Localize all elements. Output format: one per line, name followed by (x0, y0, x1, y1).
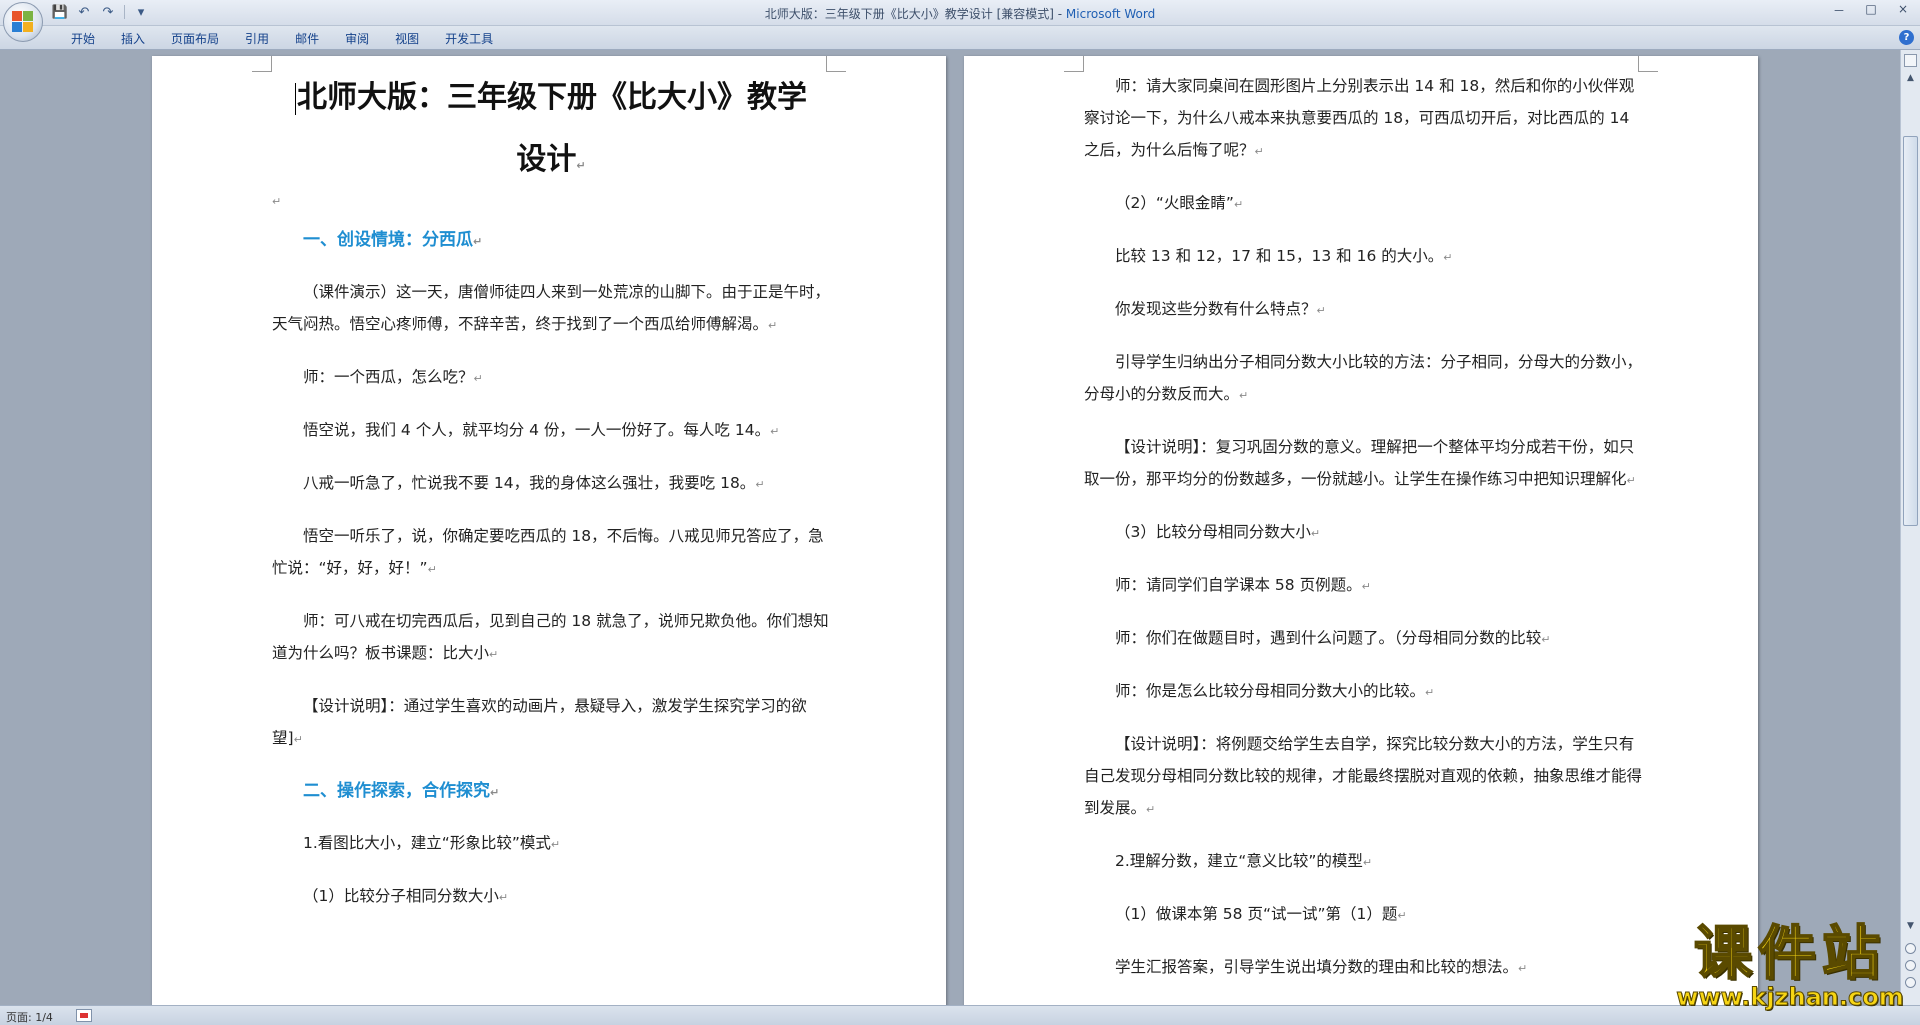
section-heading: 一、创设情境：分西瓜↵ (303, 230, 483, 250)
paragraph-mark: ↵ (1541, 633, 1551, 646)
tab-page-layout[interactable]: 页面布局 (158, 30, 232, 48)
tab-developer[interactable]: 开发工具 (432, 30, 506, 48)
paragraph-mark: ↵ (1239, 389, 1249, 402)
body-paragraph: 比较 13 和 12，17 和 15，13 和 16 的大小。↵ (1115, 247, 1453, 265)
title-bar: 💾 ↶ ↷ ▾ 北师大版：三年级下册《比大小》教学设计 [兼容模式] - Mic… (0, 0, 1920, 42)
document-page-1[interactable]: 北师大版：三年级下册《比大小》教学 设计↵ ↵ 一、创设情境：分西瓜↵ （课件演示… (152, 56, 946, 1005)
body-paragraph: 2.理解分数，建立“意义比较”的模型↵ (1115, 852, 1373, 870)
body-paragraph: 师：可八戒在切完西瓜后，见到自己的 18 就急了，说师兄欺负他。你们想知道为什么… (272, 612, 829, 662)
paragraph-mark: ↵ (755, 478, 765, 491)
body-paragraph: 师：你们在做题目时，遇到什么问题了。（分母相同分数的比较↵ (1115, 629, 1551, 647)
maximize-button[interactable]: □ (1860, 2, 1882, 19)
vertical-scrollbar[interactable]: ▲ ▼ (1900, 50, 1920, 1005)
page-1-text-area[interactable]: 北师大版：三年级下册《比大小》教学 设计↵ ↵ 一、创设情境：分西瓜↵ （课件演示… (272, 64, 830, 933)
page-1-paragraphs: 一、创设情境：分西瓜↵ （课件演示）这一天，唐僧师徒四人来到一处荒凉的山脚下。由于… (272, 224, 830, 914)
window-controls: － □ × (1828, 2, 1914, 19)
paragraph-mark: ↵ (768, 319, 778, 332)
paragraph-mark: ↵ (1233, 198, 1244, 211)
body-paragraph: 学生汇报答案，引导学生说出填分数的理由和比较的想法。↵ (1115, 958, 1528, 976)
body-paragraph: 【设计说明】：复习巩固分数的意义。理解把一个整体平均分成若干份，如只取一份，那平… (1084, 438, 1636, 488)
tab-references[interactable]: 引用 (232, 30, 282, 48)
watermark-url: www.kjzhan.com (1676, 983, 1904, 1011)
document-page-2[interactable]: 师：请大家同桌间在圆形图片上分别表示出 14 和 18，然后和你的小伙伴观察讨论… (964, 56, 1758, 1005)
paragraph-mark: ↵ (1425, 686, 1435, 699)
body-paragraph: （课件演示）这一天，唐僧师徒四人来到一处荒凉的山脚下。由于正是午时，天气闷热。悟… (272, 283, 831, 333)
text-cursor (295, 82, 296, 115)
body-paragraph: （1）比较分子相同分数大小↵ (303, 887, 509, 905)
section-heading: 二、操作探索，合作探究↵ (303, 781, 500, 801)
page-2-text-area[interactable]: 师：请大家同桌间在圆形图片上分别表示出 14 和 18，然后和你的小伙伴观察讨论… (1084, 70, 1642, 1004)
paragraph-mark: ↵ (1361, 580, 1371, 593)
tab-review[interactable]: 审阅 (332, 30, 382, 48)
document-heading-line-1: 北师大版：三年级下册《比大小》教学 (295, 80, 807, 115)
scroll-up-arrow-icon[interactable]: ▲ (1904, 72, 1917, 85)
body-paragraph: 1.看图比大小，建立“形象比较”模式↵ (303, 834, 561, 852)
body-paragraph: 引导学生归纳出分子相同分数大小比较的方法：分子相同，分母大的分数小，分母小的分数… (1084, 353, 1643, 403)
window-title: 北师大版：三年级下册《比大小》教学设计 [兼容模式] - Microsoft W… (0, 5, 1920, 22)
page-count-status[interactable]: 页面: 1/4 (6, 1009, 53, 1025)
paragraph-mark: ↵ (1254, 145, 1264, 158)
tab-home[interactable]: 开始 (58, 30, 108, 48)
minimize-button[interactable]: － (1828, 2, 1850, 19)
site-watermark: 课件站 www.kjzhan.com (1670, 919, 1910, 1011)
paragraph-mark: ↵ (1397, 909, 1407, 922)
body-paragraph: 师：请同学们自学课本 58 页例题。↵ (1115, 576, 1371, 594)
paragraph-mark: ↵ (293, 733, 303, 746)
proofing-status-icon[interactable] (76, 1009, 92, 1022)
status-bar: 页面: 1/4 (0, 1005, 1920, 1025)
help-icon[interactable]: ? (1899, 30, 1914, 45)
paragraph-mark: ↵ (490, 786, 500, 799)
paragraph-mark: ↵ (1316, 304, 1326, 317)
paragraph-mark: ↵ (1146, 803, 1156, 816)
paragraph-mark: ↵ (473, 372, 483, 385)
tab-insert[interactable]: 插入 (108, 30, 158, 48)
close-button[interactable]: × (1892, 2, 1914, 19)
ribbon-tabs: 开始 插入 页面布局 引用 邮件 审阅 视图 开发工具 (58, 30, 506, 48)
ribbon-tab-bar: 开始 插入 页面布局 引用 邮件 审阅 视图 开发工具 ? (0, 26, 1920, 50)
body-paragraph: （1）做课本第 58 页“试一试”第（1）题↵ (1115, 905, 1407, 923)
app-name: Microsoft Word (1065, 7, 1156, 21)
body-paragraph: 悟空说，我们 4 个人，就平均分 4 份，一人一份好了。每人吃 14。↵ (303, 421, 780, 439)
body-paragraph: 你发现这些分数有什么特点？↵ (1115, 300, 1326, 318)
paragraph-mark: ↵ (498, 891, 509, 904)
watermark-logo-text: 课件站 (1693, 919, 1886, 987)
paragraph-mark: ↵ (473, 235, 483, 248)
body-paragraph: （2）“火眼金睛”↵ (1115, 194, 1244, 212)
document-title: 北师大版：三年级下册《比大小》教学设计 [兼容模式] - (764, 7, 1066, 21)
view-ruler-button[interactable] (1904, 54, 1917, 67)
body-paragraph: 师：一个西瓜，怎么吃？↵ (303, 368, 483, 386)
scrollbar-thumb[interactable] (1903, 136, 1918, 526)
body-paragraph: （3）比较分母相同分数大小↵ (1115, 523, 1321, 541)
document-workspace[interactable]: 北师大版：三年级下册《比大小》教学 设计↵ ↵ 一、创设情境：分西瓜↵ （课件演示… (0, 50, 1900, 1005)
body-paragraph: 师：你是怎么比较分母相同分数大小的比较。↵ (1115, 682, 1435, 700)
paragraph-mark: ↵ (550, 838, 561, 851)
paragraph-mark: ↵ (1443, 251, 1453, 264)
crop-mark (1064, 56, 1084, 72)
tab-mailings[interactable]: 邮件 (282, 30, 332, 48)
office-button[interactable] (3, 2, 43, 42)
paragraph-mark: ↵ (1626, 474, 1636, 487)
paragraph-mark: ↵ (489, 648, 499, 661)
body-paragraph: 【设计说明】：通过学生喜欢的动画片，悬疑导入，激发学生探究学习的欲望]↵ (272, 697, 807, 747)
paragraph-mark: ↵ (1362, 856, 1373, 869)
body-paragraph: 悟空一听乐了，说，你确定要吃西瓜的 18，不后悔。八戒见师兄答应了，急忙说：“好… (272, 527, 824, 577)
paragraph-mark: ↵ (770, 425, 780, 438)
paragraph-mark: ↵ (1310, 527, 1321, 540)
paragraph-mark: ↵ (427, 563, 437, 576)
document-heading-line-2: 设计↵ (516, 142, 586, 177)
paragraph-mark: ↵ (1518, 962, 1528, 975)
office-logo-icon (12, 11, 34, 33)
body-paragraph: 师：请大家同桌间在圆形图片上分别表示出 14 和 18，然后和你的小伙伴观察讨论… (1084, 77, 1635, 159)
tab-view[interactable]: 视图 (382, 30, 432, 48)
body-paragraph: 八戒一听急了，忙说我不要 14，我的身体这么强壮，我要吃 18。↵ (303, 474, 765, 492)
body-paragraph: 【设计说明】：将例题交给学生去自学，探究比较分数大小的方法，学生只有自己发现分母… (1084, 735, 1643, 817)
crop-mark (252, 56, 272, 72)
empty-paragraph: ↵ (272, 195, 282, 208)
page-2-paragraphs: 师：请大家同桌间在圆形图片上分别表示出 14 和 18，然后和你的小伙伴观察讨论… (1084, 70, 1642, 985)
